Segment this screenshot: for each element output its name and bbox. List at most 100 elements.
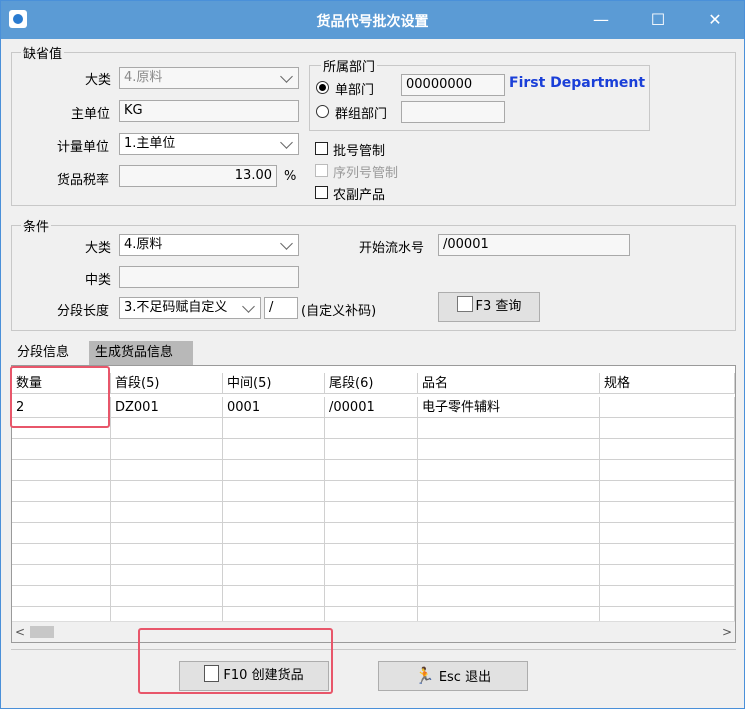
category-label: 大类 xyxy=(85,73,112,88)
horizontal-scrollbar[interactable]: < > xyxy=(12,621,735,642)
separator-field[interactable]: / xyxy=(264,297,298,319)
empty-grid-cell[interactable] xyxy=(111,439,223,460)
empty-grid-cell[interactable] xyxy=(111,586,223,607)
exit-label: Esc 退出 xyxy=(438,670,492,685)
empty-grid-cell[interactable] xyxy=(600,544,735,565)
grid-cell-first[interactable]: DZ001 xyxy=(111,397,223,418)
footer-divider xyxy=(11,649,736,650)
empty-grid-cell[interactable] xyxy=(12,544,111,565)
conditions-legend: 条件 xyxy=(21,216,52,235)
empty-grid-cell[interactable] xyxy=(12,565,111,586)
empty-grid-cell[interactable] xyxy=(600,439,735,460)
empty-grid-cell[interactable] xyxy=(111,502,223,523)
empty-grid-cell[interactable] xyxy=(223,586,325,607)
empty-grid-cell[interactable] xyxy=(223,544,325,565)
empty-grid-cell[interactable] xyxy=(325,418,418,439)
empty-grid-cell[interactable] xyxy=(418,418,600,439)
empty-grid-cell[interactable] xyxy=(12,586,111,607)
close-button[interactable]: ✕ xyxy=(692,1,738,39)
agri-product-checkbox[interactable] xyxy=(315,186,328,199)
empty-grid-cell[interactable] xyxy=(111,544,223,565)
cond-category-select[interactable]: 4.原料 xyxy=(119,234,299,256)
empty-grid-cell[interactable] xyxy=(325,544,418,565)
measure-unit-select[interactable]: 1.主单位 xyxy=(119,133,299,155)
empty-grid-cell[interactable] xyxy=(600,460,735,481)
start-serial-field[interactable]: /00001 xyxy=(438,234,630,256)
empty-grid-cell[interactable] xyxy=(223,460,325,481)
empty-grid-cell[interactable] xyxy=(418,502,600,523)
grid-cell-spec[interactable] xyxy=(600,397,735,418)
group-dept-field[interactable] xyxy=(401,101,505,123)
chevron-down-icon xyxy=(276,134,298,154)
empty-grid-cell[interactable] xyxy=(600,586,735,607)
single-dept-radio[interactable] xyxy=(316,81,329,94)
empty-grid-cell[interactable] xyxy=(418,565,600,586)
mid-category-field[interactable] xyxy=(119,266,299,288)
tax-unit: % xyxy=(284,169,297,184)
empty-grid-cell[interactable] xyxy=(418,523,600,544)
window-title: 货品代号批次设置 xyxy=(316,14,429,30)
empty-grid-cell[interactable] xyxy=(418,460,600,481)
grid-cell-name[interactable]: 电子零件辅料 xyxy=(418,397,600,418)
tax-label: 货品税率 xyxy=(57,173,110,188)
grid-cell-last[interactable]: /00001 xyxy=(325,397,418,418)
empty-grid-cell[interactable] xyxy=(223,523,325,544)
empty-grid-cell[interactable] xyxy=(600,481,735,502)
empty-grid-cell[interactable] xyxy=(325,460,418,481)
empty-grid-cell[interactable] xyxy=(12,460,111,481)
measure-unit-value: 1.主单位 xyxy=(124,136,176,151)
group-dept-radio[interactable] xyxy=(316,105,329,118)
grid-header-last: 尾段(6) xyxy=(325,373,418,394)
empty-grid-cell[interactable] xyxy=(12,502,111,523)
chevron-down-icon xyxy=(276,68,298,88)
empty-grid-cell[interactable] xyxy=(325,439,418,460)
scroll-right-icon[interactable]: > xyxy=(719,622,735,642)
maximize-button[interactable]: ☐ xyxy=(635,1,681,39)
empty-grid-cell[interactable] xyxy=(111,460,223,481)
segment-length-select[interactable]: 3.不足码赋自定义 xyxy=(119,297,261,319)
empty-grid-cell[interactable] xyxy=(223,481,325,502)
empty-grid-cell[interactable] xyxy=(600,565,735,586)
minimize-button[interactable]: — xyxy=(578,1,624,39)
empty-grid-cell[interactable] xyxy=(325,586,418,607)
agri-product-label: 农副产品 xyxy=(333,188,386,203)
tax-field[interactable]: 13.00 xyxy=(119,165,277,187)
empty-grid-cell[interactable] xyxy=(223,439,325,460)
chevron-down-icon xyxy=(238,298,260,318)
empty-grid-cell[interactable] xyxy=(325,565,418,586)
empty-grid-cell[interactable] xyxy=(111,565,223,586)
query-button[interactable]: F3 查询 xyxy=(438,292,540,322)
empty-grid-cell[interactable] xyxy=(325,481,418,502)
empty-grid-cell[interactable] xyxy=(418,481,600,502)
tab-generated-goods[interactable]: 生成货品信息 xyxy=(89,341,193,365)
empty-grid-cell[interactable] xyxy=(325,523,418,544)
scroll-thumb[interactable] xyxy=(30,626,54,638)
empty-grid-cell[interactable] xyxy=(600,502,735,523)
empty-grid-cell[interactable] xyxy=(223,565,325,586)
segment-length-value: 3.不足码赋自定义 xyxy=(124,300,228,315)
main-unit-field[interactable]: KG xyxy=(119,100,299,122)
empty-grid-cell[interactable] xyxy=(12,481,111,502)
highlight-box-create xyxy=(138,628,333,694)
empty-grid-cell[interactable] xyxy=(111,523,223,544)
grid-cell-middle[interactable]: 0001 xyxy=(223,397,325,418)
empty-grid-cell[interactable] xyxy=(111,481,223,502)
empty-grid-cell[interactable] xyxy=(418,544,600,565)
exit-button[interactable]: 🏃 Esc 退出 xyxy=(378,661,528,691)
empty-grid-cell[interactable] xyxy=(111,418,223,439)
empty-grid-cell[interactable] xyxy=(12,439,111,460)
empty-grid-cell[interactable] xyxy=(223,502,325,523)
empty-grid-cell[interactable] xyxy=(600,523,735,544)
scroll-left-icon[interactable]: < xyxy=(12,622,28,642)
single-dept-code[interactable]: 00000000 xyxy=(401,74,505,96)
empty-grid-cell[interactable] xyxy=(223,418,325,439)
empty-grid-cell[interactable] xyxy=(325,502,418,523)
batch-control-checkbox[interactable] xyxy=(315,142,328,155)
empty-grid-cell[interactable] xyxy=(600,418,735,439)
empty-grid-cell[interactable] xyxy=(12,523,111,544)
mid-category-label: 中类 xyxy=(85,273,112,288)
empty-grid-cell[interactable] xyxy=(418,439,600,460)
tab-segment-info[interactable]: 分段信息 xyxy=(11,341,87,365)
empty-grid-cell[interactable] xyxy=(418,586,600,607)
group-dept-label: 群组部门 xyxy=(335,107,388,122)
